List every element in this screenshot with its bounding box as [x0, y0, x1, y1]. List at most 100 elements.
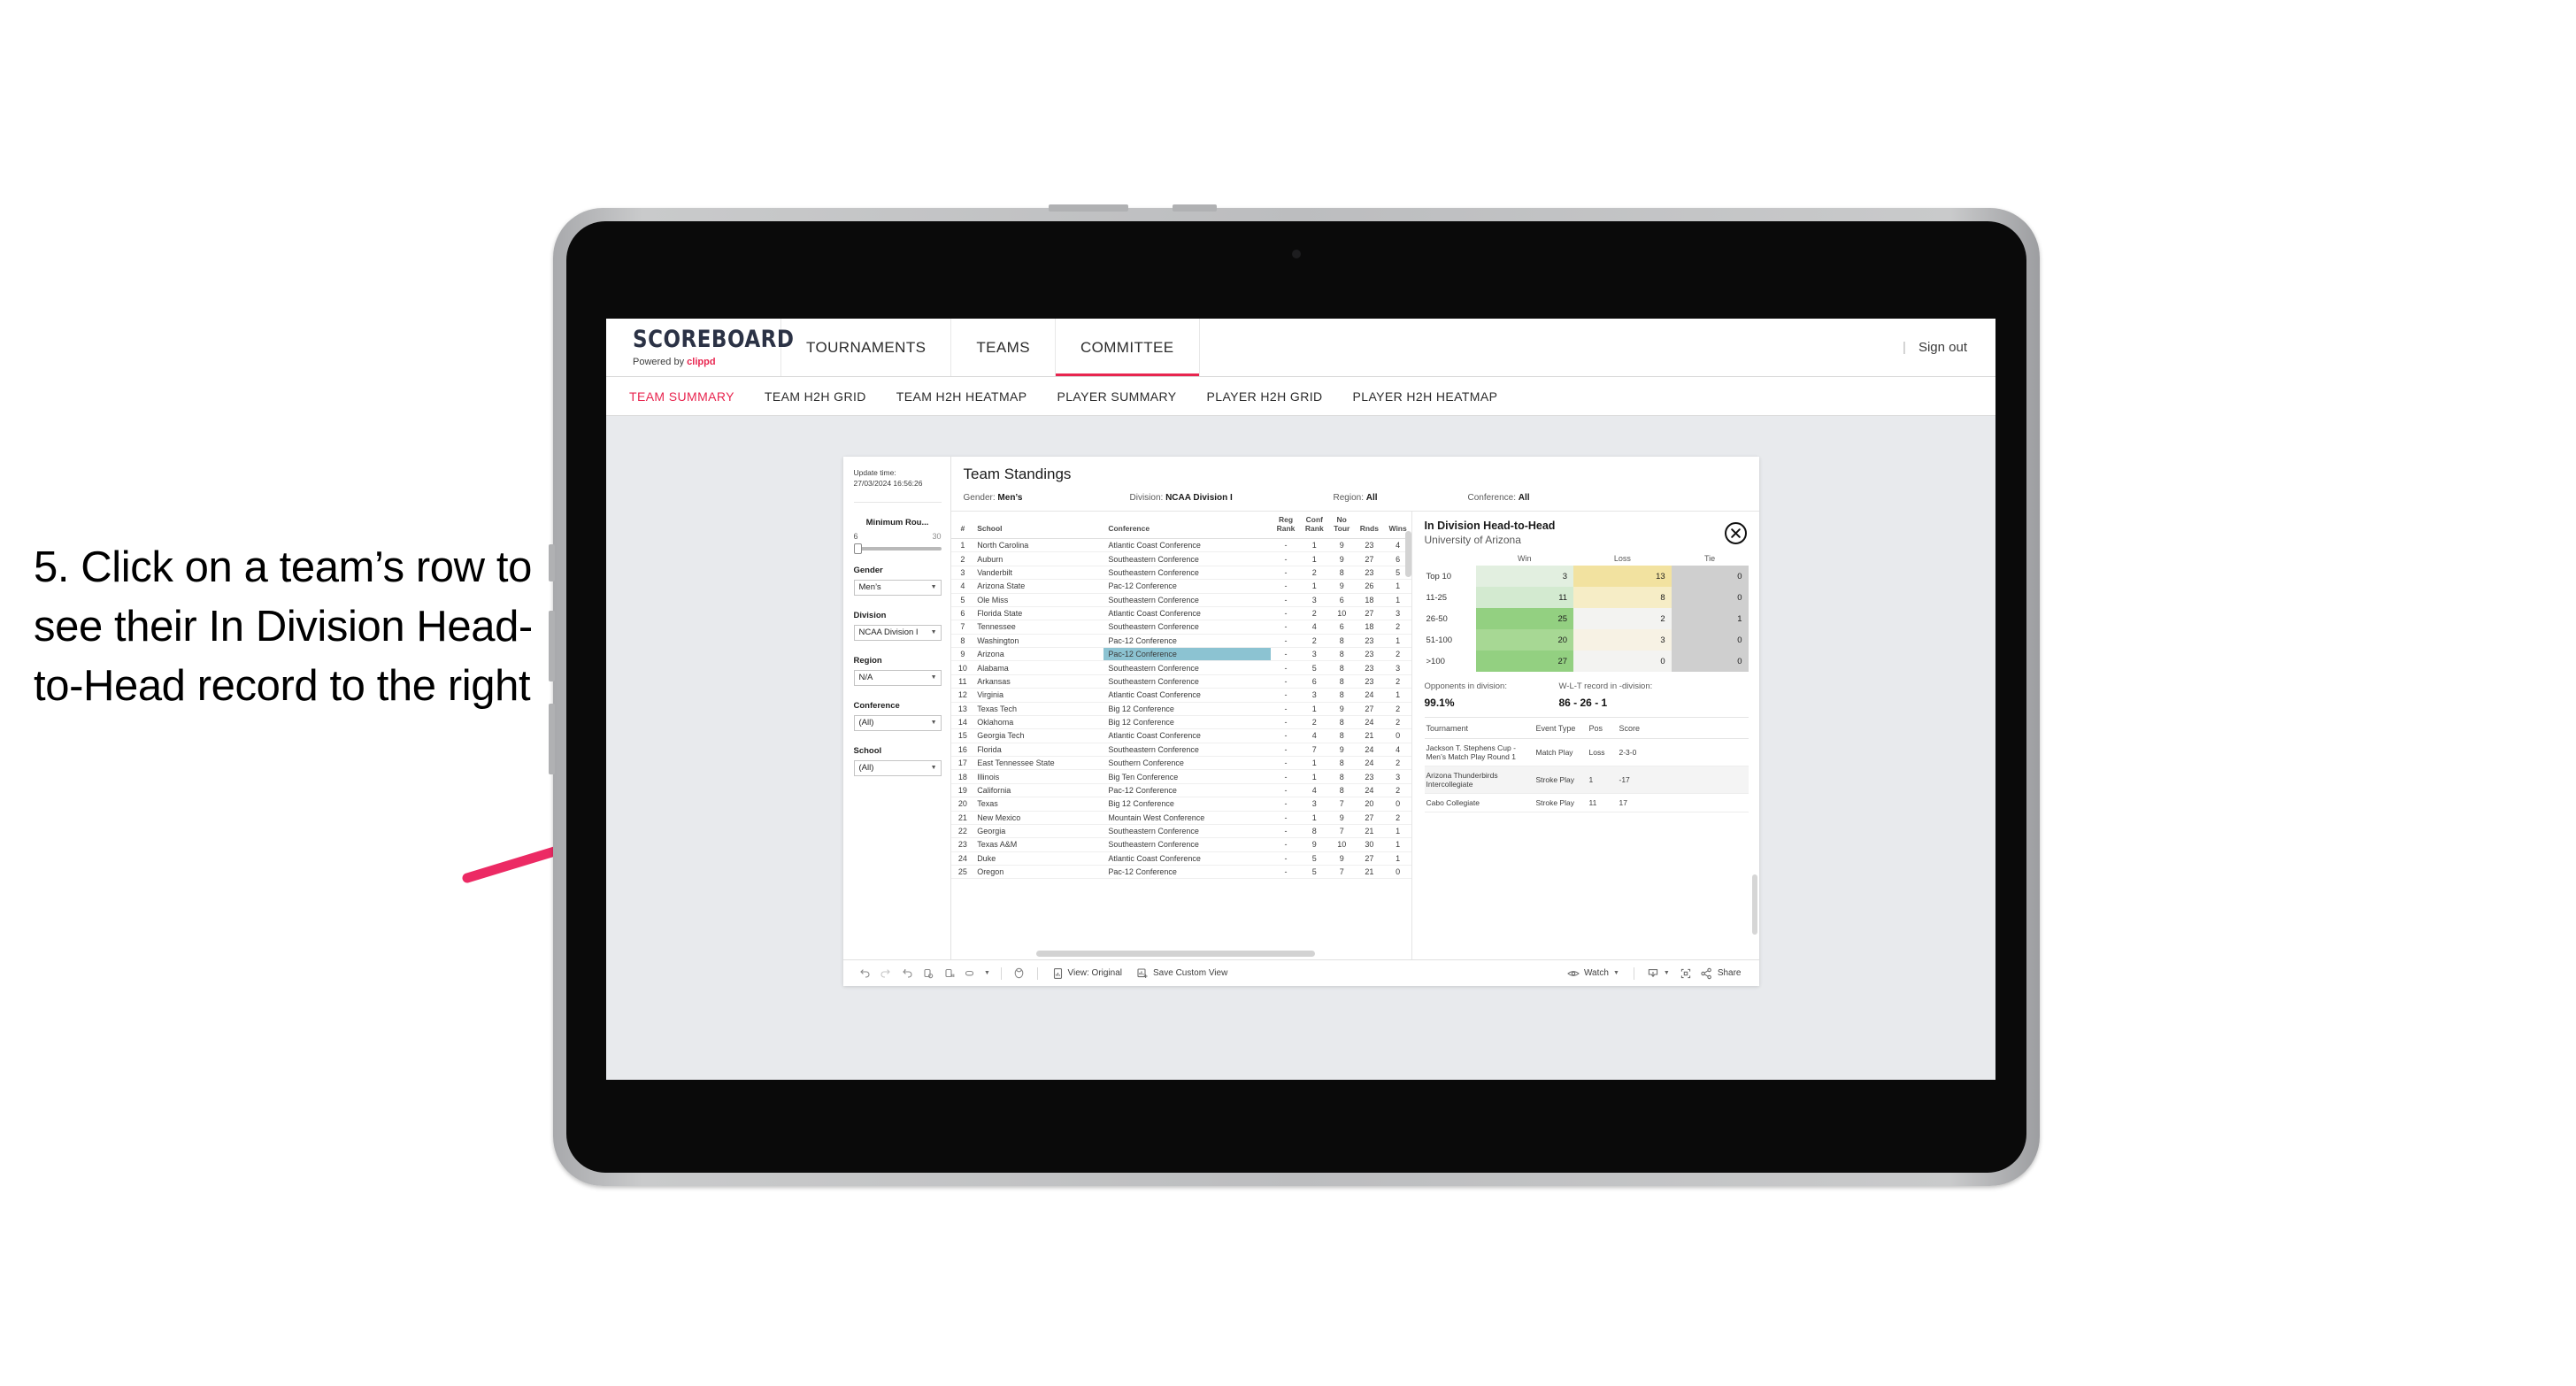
filter-gender: Gender Men’s ▼ — [853, 566, 942, 596]
table-row[interactable]: 11 Arkansas Southeastern Conference -6 8 23 2 — [950, 674, 1411, 689]
standings-horizontal-scrollbar[interactable] — [1035, 951, 1315, 957]
reg-rank-cell: - — [1270, 811, 1300, 825]
col-pos[interactable]: Pos — [1587, 717, 1618, 739]
conf-rank-cell: 3 — [1299, 593, 1328, 607]
tab-player-summary[interactable]: PLAYER SUMMARY — [1057, 389, 1177, 404]
app-logo[interactable]: SCOREBOARD Powered by clippd — [606, 319, 794, 376]
tab-team-h2h-heatmap[interactable]: TEAM H2H HEATMAP — [896, 389, 1027, 404]
slider-range-labels: 6 30 — [854, 532, 942, 541]
h2h-loss-cell: 2 — [1573, 608, 1672, 629]
table-row[interactable]: 23 Texas A&M Southeastern Conference -9 10 30… — [950, 837, 1411, 852]
table-row[interactable]: 1 North Carolina Atlantic Coast Conference… — [950, 538, 1411, 553]
share-button[interactable]: Share — [1696, 964, 1749, 983]
table-row[interactable]: 2 Auburn Southeastern Conference -1 9 27 6 — [950, 551, 1411, 566]
save-custom-view-button[interactable]: Save Custom View — [1129, 964, 1234, 983]
fullscreen-icon[interactable] — [1675, 964, 1696, 983]
table-row[interactable]: 16 Florida Southeastern Conference -7 9 24 4 — [950, 743, 1411, 758]
filter-region-select[interactable]: N/A ▼ — [853, 669, 942, 686]
rank-cell: 23 — [950, 837, 973, 852]
rnds-cell: 24 — [1353, 783, 1383, 798]
device-button-top-2 — [1173, 204, 1217, 212]
redo-icon[interactable] — [875, 964, 896, 983]
col-score[interactable]: Score — [1617, 717, 1749, 739]
table-row[interactable]: 10 Alabama Southeastern Conference -5 8 23 3 — [950, 660, 1411, 675]
download-button[interactable]: ▼ — [1642, 964, 1675, 983]
table-row[interactable]: 18 Illinois Big Ten Conference -1 8 23 3 — [950, 769, 1411, 784]
workspace: Update time: 27/03/2024 16:56:26 Minimum… — [606, 416, 1995, 1080]
logo-brand-text: clippd — [687, 356, 716, 367]
watch-button[interactable]: Watch ▼ — [1560, 964, 1626, 983]
standings-meta: Gender: Men’s Division: NCAA Division I — [964, 493, 1759, 511]
table-row[interactable]: 5 Ole Miss Southeastern Conference -3 6 18 1 — [950, 593, 1411, 607]
undo-icon[interactable] — [854, 964, 875, 983]
col-event-type[interactable]: Event Type — [1534, 717, 1588, 739]
filter-gender-select[interactable]: Men’s ▼ — [853, 579, 942, 596]
pause-refresh-icon[interactable] — [939, 964, 960, 983]
table-row[interactable]: 13 Texas Tech Big 12 Conference -1 9 27 2 — [950, 702, 1411, 716]
table-row[interactable]: 12 Virginia Atlantic Coast Conference -3 8 24… — [950, 688, 1411, 703]
table-row[interactable]: 8 Washington Pac-12 Conference -2 8 23 1 — [950, 634, 1411, 649]
chevron-down-icon[interactable]: ▼ — [981, 964, 994, 983]
filter-division-select[interactable]: NCAA Division I ▼ — [853, 624, 942, 641]
col-conference[interactable]: Conference — [1103, 512, 1271, 539]
table-row[interactable]: 21 New Mexico Mountain West Conference -1 9 2… — [950, 811, 1411, 825]
tablet-screen: SCOREBOARD Powered by clippd TOURNAMENTS… — [606, 319, 1995, 1080]
slider-handle[interactable] — [853, 543, 862, 554]
table-row[interactable]: 15 Georgia Tech Atlantic Coast Conference -… — [950, 728, 1411, 743]
view-original-button[interactable]: View: Original — [1045, 964, 1130, 983]
school-cell: New Mexico — [973, 811, 1104, 825]
col-conf-rank[interactable]: Conf Rank — [1299, 512, 1328, 539]
no-tour-cell: 6 — [1327, 593, 1354, 607]
rnds-cell: 18 — [1353, 593, 1383, 607]
tab-player-h2h-grid[interactable]: PLAYER H2H GRID — [1207, 389, 1323, 404]
rank-cell: 14 — [950, 715, 973, 730]
h2h-subtitle: University of Arizona — [1424, 534, 1521, 546]
table-row[interactable]: 9 Arizona Pac-12 Conference -3 8 23 2 — [950, 647, 1411, 662]
table-row[interactable]: 22 Georgia Southeastern Conference -8 7 21 1 — [950, 824, 1411, 839]
reg-rank-cell: - — [1270, 865, 1300, 880]
nav-item-committee[interactable]: COMMITTEE — [1055, 319, 1200, 376]
table-row[interactable]: 4 Arizona State Pac-12 Conference -1 9 26 1 — [950, 579, 1411, 594]
conference-cell: Atlantic Coast Conference — [1103, 688, 1271, 703]
school-cell: East Tennessee State — [973, 756, 1104, 771]
school-cell: Washington — [973, 634, 1104, 649]
close-icon[interactable] — [1724, 522, 1747, 544]
update-time-label: Update time: — [853, 468, 896, 477]
sign-out-link[interactable]: Sign out — [1919, 340, 1967, 355]
table-row[interactable]: 6 Florida State Atlantic Coast Conference -… — [950, 606, 1411, 621]
table-row[interactable]: 24 Duke Atlantic Coast Conference -5 9 27 1 — [950, 851, 1411, 866]
col-no-tour[interactable]: No Tour — [1327, 512, 1354, 539]
pause-auto-updates-icon[interactable] — [960, 964, 981, 983]
table-row[interactable]: 20 Texas Big 12 Conference -3 7 20 0 — [950, 797, 1411, 812]
nav-item-tournaments[interactable]: TOURNAMENTS — [781, 319, 952, 376]
table-row[interactable]: 3 Vanderbilt Southeastern Conference -2 8 23 5 — [950, 566, 1411, 581]
col-school[interactable]: School — [973, 512, 1104, 539]
col-rnds[interactable]: Rnds — [1353, 512, 1383, 539]
refresh-data-icon[interactable] — [918, 964, 939, 983]
minimum-rounds-slider[interactable] — [853, 543, 942, 554]
filter-school-select[interactable]: (All) ▼ — [853, 759, 942, 776]
tournament-row[interactable]: Cabo Collegiate Stroke Play 11 17 — [1424, 793, 1749, 812]
tournament-row[interactable]: Arizona Thunderbirds Intercollegiate Stro… — [1424, 766, 1749, 794]
table-row[interactable]: 17 East Tennessee State Southern Conferenc… — [950, 756, 1411, 771]
tournament-row[interactable]: Jackson T. Stephens Cup - Men’s Match Pl… — [1424, 738, 1749, 766]
conf-rank-cell: 3 — [1299, 797, 1328, 812]
col-rank[interactable]: # — [950, 512, 973, 539]
tab-team-summary[interactable]: TEAM SUMMARY — [629, 389, 734, 404]
col-reg-rank[interactable]: Reg Rank — [1270, 512, 1300, 539]
nav-item-teams[interactable]: TEAMS — [951, 319, 1056, 376]
col-tournament[interactable]: Tournament — [1424, 717, 1534, 739]
table-row[interactable]: 25 Oregon Pac-12 Conference -5 7 21 0 — [950, 865, 1411, 880]
table-row[interactable]: 7 Tennessee Southeastern Conference -4 6 18 2 — [950, 620, 1411, 635]
revert-icon[interactable] — [896, 964, 918, 983]
table-row[interactable]: 19 California Pac-12 Conference -4 8 24 2 — [950, 783, 1411, 798]
conf-rank-cell: 4 — [1299, 620, 1328, 635]
tournament-scrollbar[interactable] — [1751, 874, 1757, 935]
highlight-icon[interactable] — [1009, 964, 1030, 983]
table-row[interactable]: 14 Oklahoma Big 12 Conference -2 8 24 2 — [950, 715, 1411, 730]
tab-player-h2h-heatmap[interactable]: PLAYER H2H HEATMAP — [1353, 389, 1498, 404]
toolbar-divider-1 — [1000, 966, 1002, 980]
tab-team-h2h-grid[interactable]: TEAM H2H GRID — [765, 389, 866, 404]
standings-vertical-scrollbar[interactable] — [1404, 531, 1411, 577]
filter-conference-select[interactable]: (All) ▼ — [853, 714, 942, 731]
